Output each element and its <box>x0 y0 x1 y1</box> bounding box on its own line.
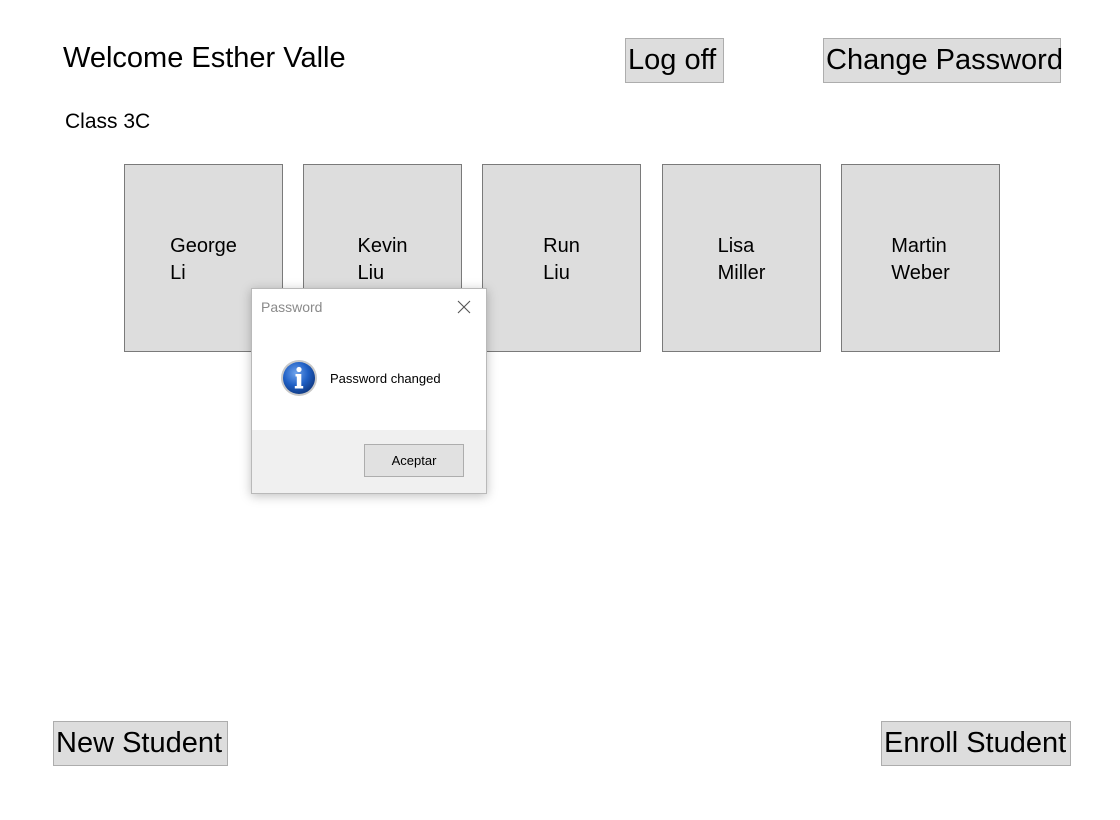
student-first-name: Lisa <box>717 235 755 257</box>
log-off-button[interactable]: Log off <box>625 38 724 83</box>
student-first-name: Martin <box>891 235 947 257</box>
student-card-run-liu[interactable]: Run Liu <box>482 164 641 352</box>
accept-button[interactable]: Aceptar <box>364 444 464 477</box>
student-last-name: Miller <box>717 262 766 284</box>
dialog-message: Password changed <box>330 371 441 386</box>
info-icon <box>280 359 318 397</box>
class-label: Class 3C <box>65 110 151 133</box>
enroll-student-button[interactable]: Enroll Student <box>881 721 1071 766</box>
change-password-button[interactable]: Change Password <box>823 38 1063 83</box>
dialog-title: Password <box>261 299 323 315</box>
welcome-heading: Welcome Esther Valle <box>63 42 346 74</box>
dialog-footer: Aceptar <box>252 430 486 493</box>
student-first-name: George <box>170 235 237 257</box>
student-card-lisa-miller[interactable]: Lisa Miller <box>662 164 821 352</box>
close-icon[interactable] <box>452 295 476 319</box>
student-last-name: Liu <box>543 262 570 284</box>
student-first-name: Kevin <box>357 235 408 257</box>
password-dialog: Password Password changed Aceptar <box>251 288 487 494</box>
dialog-body: Password changed <box>252 327 486 431</box>
student-first-name: Run <box>543 235 580 257</box>
student-last-name: Weber <box>891 262 950 284</box>
student-card-martin-weber[interactable]: Martin Weber <box>841 164 1000 352</box>
app-window: Welcome Esther Valle Class 3C Log off Ch… <box>0 0 1120 820</box>
new-student-button[interactable]: New Student <box>53 721 228 766</box>
student-last-name: Li <box>170 262 186 284</box>
student-last-name: Liu <box>357 262 385 284</box>
